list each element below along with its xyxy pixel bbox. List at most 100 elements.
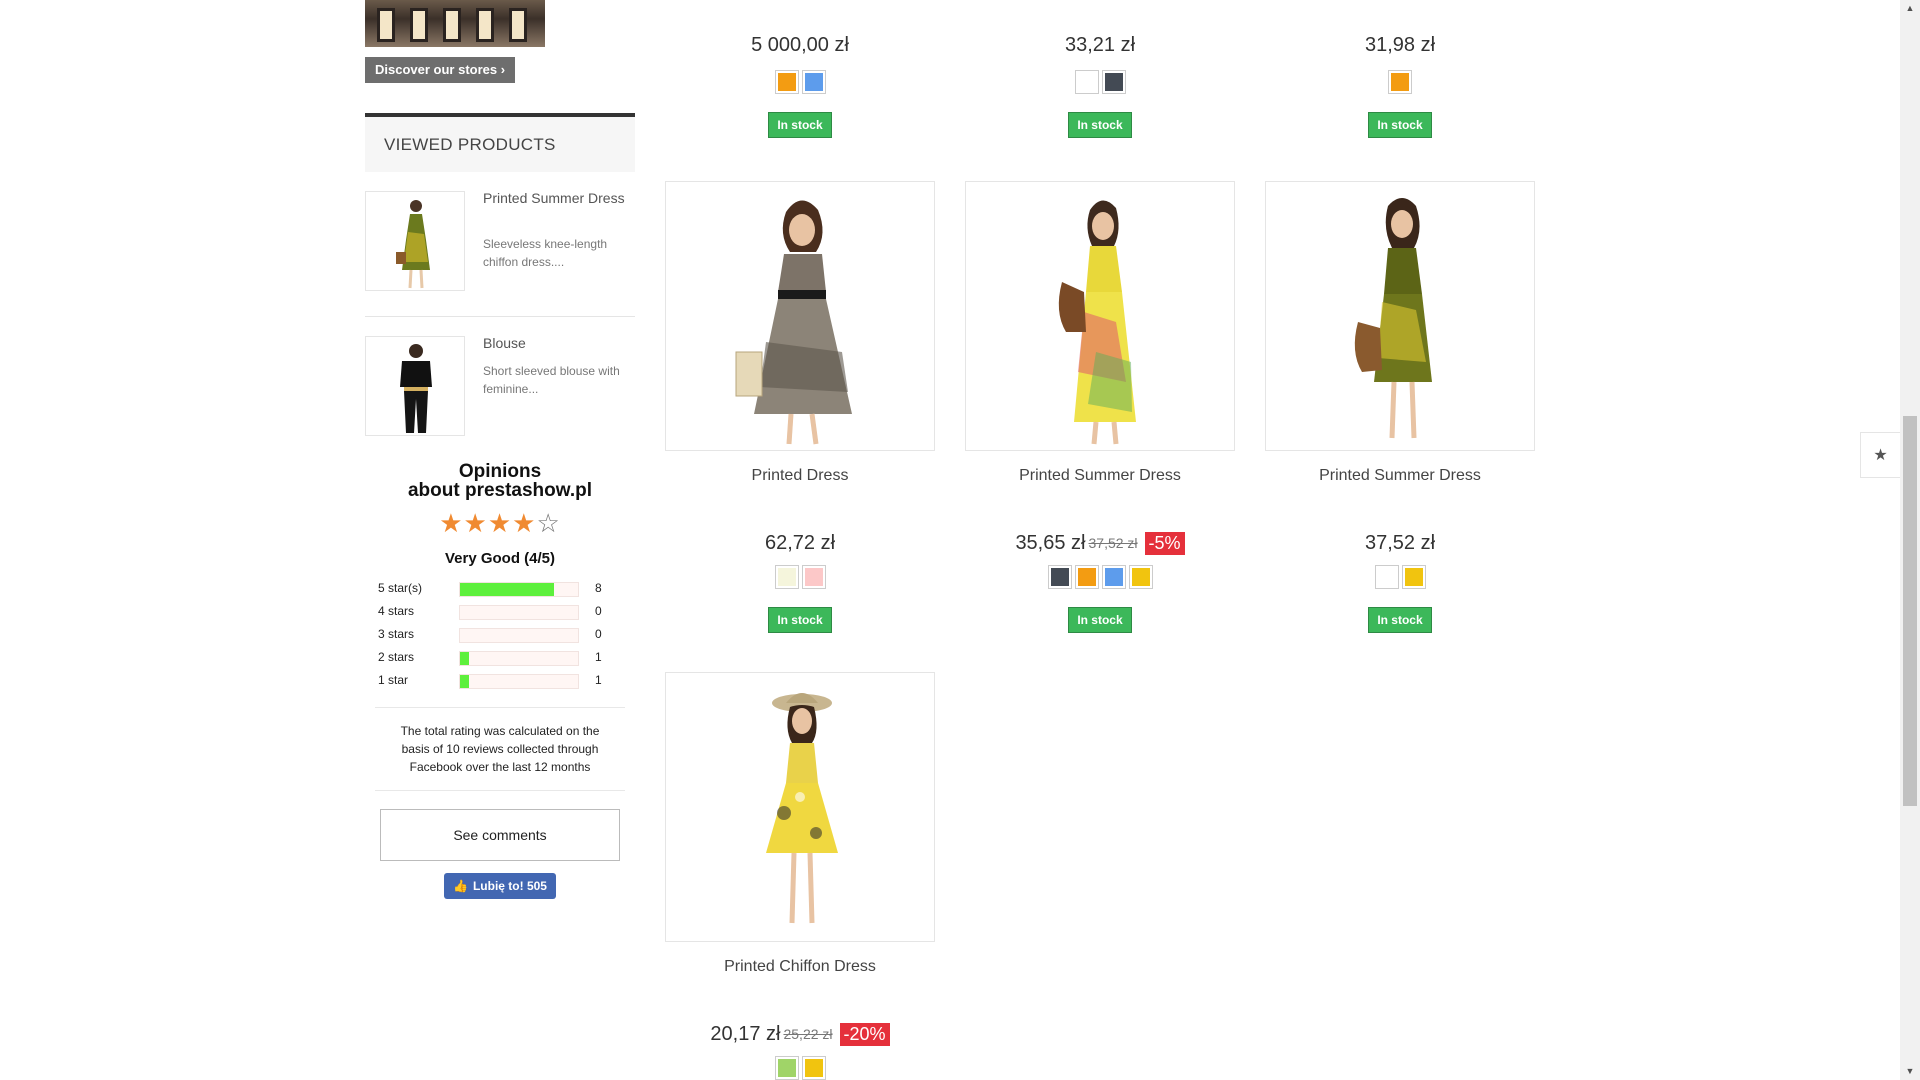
color-swatches — [665, 1056, 935, 1080]
discover-stores-label: Discover our stores — [375, 62, 498, 77]
facebook-like-label: Lubię to! 505 — [472, 879, 547, 893]
store-window-decoration — [377, 8, 395, 42]
rating-bar — [459, 628, 579, 643]
color-swatch[interactable] — [1388, 70, 1412, 94]
viewed-products-title: VIEWED PRODUCTS — [365, 113, 635, 172]
product-price: 31,98 zł — [1364, 34, 1436, 56]
rating-note: The total rating was calculated on the b… — [400, 724, 600, 774]
stock-badge: In stock — [768, 607, 832, 633]
rating-row-label: 3 stars — [378, 627, 415, 641]
see-comments-button[interactable]: See comments — [380, 809, 620, 861]
rating-bar — [459, 674, 579, 689]
viewed-product-item[interactable]: Blouse Short sleeved blouse with feminin… — [365, 317, 635, 462]
color-swatch[interactable] — [1047, 565, 1072, 589]
rating-row: 1 star 1 — [375, 669, 625, 692]
rating-row: 4 stars 0 — [375, 600, 625, 623]
viewed-product-name[interactable]: Printed Summer Dress — [483, 189, 633, 207]
rating-row-count: 0 — [595, 627, 602, 641]
color-swatch[interactable] — [1074, 70, 1099, 94]
opinions-title-line1: Opinions — [458, 461, 542, 482]
product-name[interactable]: Printed Chiffon Dress — [665, 958, 935, 998]
rating-row: 2 stars 1 — [375, 646, 625, 669]
color-swatches — [665, 565, 935, 591]
product-card: Printed Summer Dress 37,52 zł In stock — [1265, 181, 1535, 633]
rating-row-label: 1 star — [378, 673, 409, 687]
product-price: 5 000,00 zł — [751, 34, 849, 56]
page-scrollbar[interactable]: ▲ ▼ — [1900, 0, 1920, 1080]
price-line: 62,72 zł — [665, 529, 935, 557]
favorites-tab[interactable]: ★ — [1860, 432, 1900, 478]
rating-row-count: 1 — [595, 673, 602, 687]
product-image[interactable] — [665, 181, 935, 451]
facebook-like-button[interactable]: 👍 Lubię to! 505 — [444, 873, 556, 899]
product-price: 62,72 zł — [764, 531, 836, 554]
color-swatches — [965, 565, 1235, 591]
color-swatch[interactable] — [774, 565, 799, 589]
store-window-decoration — [443, 8, 461, 42]
viewed-product-thumbnail[interactable] — [365, 336, 465, 436]
star-filled-icon: ★★★★ — [439, 508, 537, 538]
rating-row-label: 5 star(s) — [378, 581, 423, 595]
product-card-partial: 33,21 zł In stock — [965, 34, 1235, 138]
product-name[interactable]: Printed Summer Dress — [965, 467, 1235, 507]
rating-row-label: 4 stars — [378, 604, 415, 618]
viewed-product-description: Sleeveless knee-length chiffon dress.... — [483, 237, 608, 269]
store-window-decoration — [509, 8, 527, 42]
color-swatch[interactable] — [1101, 565, 1126, 589]
rating-row-label: 2 stars — [378, 650, 415, 664]
product-name[interactable]: Printed Dress — [665, 467, 935, 507]
product-card-partial: 31,98 zł In stock — [1265, 34, 1535, 138]
discover-stores-button[interactable]: Discover our stores › — [365, 57, 516, 83]
store-window-decoration — [476, 8, 494, 42]
color-swatch[interactable] — [801, 565, 826, 589]
rating-row-count: 0 — [595, 604, 602, 618]
color-swatch[interactable] — [1401, 565, 1426, 589]
product-image[interactable] — [665, 672, 935, 942]
color-swatch[interactable] — [801, 1056, 826, 1080]
product-price: 20,17 zł — [710, 1022, 781, 1045]
color-swatches — [665, 70, 935, 96]
stock-badge: In stock — [768, 112, 832, 138]
color-swatch[interactable] — [1128, 565, 1153, 589]
viewed-product-item[interactable]: Printed Summer Dress Sleeveless knee-len… — [365, 172, 635, 317]
product-price: 35,65 zł — [1015, 531, 1086, 554]
product-image[interactable] — [1265, 181, 1535, 451]
product-card: Printed Summer Dress 35,65 zł 37,52 zł -… — [965, 181, 1235, 633]
viewed-product-name[interactable]: Blouse — [483, 334, 633, 352]
divider — [375, 790, 625, 791]
rating-bar-fill — [460, 583, 555, 596]
color-swatch[interactable] — [774, 1056, 799, 1080]
rating-row: 5 star(s) 8 — [375, 577, 625, 600]
color-swatch[interactable] — [1374, 565, 1399, 589]
color-swatches — [1265, 565, 1535, 591]
rating-distribution: 5 star(s) 8 4 stars 0 3 stars 0 2 stars … — [375, 577, 625, 692]
thumbs-up-icon: 👍 — [453, 879, 468, 893]
viewed-product-thumbnail[interactable] — [365, 191, 465, 291]
product-image[interactable] — [965, 181, 1235, 451]
scroll-down-arrow-icon[interactable]: ▼ — [1900, 1063, 1920, 1080]
discount-badge: -5% — [1144, 531, 1185, 555]
stock-badge: In stock — [1368, 112, 1432, 138]
star-icon: ★ — [1873, 447, 1888, 464]
rating-summary: Very Good (4/5) — [444, 550, 556, 567]
product-name[interactable]: Printed Summer Dress — [1265, 467, 1535, 507]
color-swatch[interactable] — [1101, 70, 1126, 94]
viewed-products-block: VIEWED PRODUCTS Printed Summer Dress Sle… — [365, 113, 635, 462]
scrollbar-thumb[interactable] — [1903, 416, 1917, 806]
price-line: 35,65 zł 37,52 zł -5% — [965, 529, 1235, 557]
stores-image[interactable] — [365, 0, 545, 47]
rating-row: 3 stars 0 — [375, 623, 625, 646]
scroll-up-arrow-icon[interactable]: ▲ — [1900, 0, 1920, 17]
stock-badge: In stock — [1068, 112, 1132, 138]
color-swatches — [1265, 70, 1535, 96]
color-swatch[interactable] — [774, 70, 799, 94]
stock-badge: In stock — [1068, 607, 1132, 633]
chevron-right-icon: › — [500, 62, 506, 77]
color-swatch[interactable] — [801, 70, 826, 94]
viewed-product-description: Short sleeved blouse with feminine... — [483, 364, 620, 396]
product-old-price: 37,52 zł — [1088, 535, 1138, 551]
stock-badge: In stock — [1368, 607, 1432, 633]
discount-badge: -20% — [839, 1022, 890, 1046]
opinions-widget: Opinions about prestashow.pl ★★★★☆ Very … — [375, 462, 625, 899]
color-swatch[interactable] — [1074, 565, 1099, 589]
